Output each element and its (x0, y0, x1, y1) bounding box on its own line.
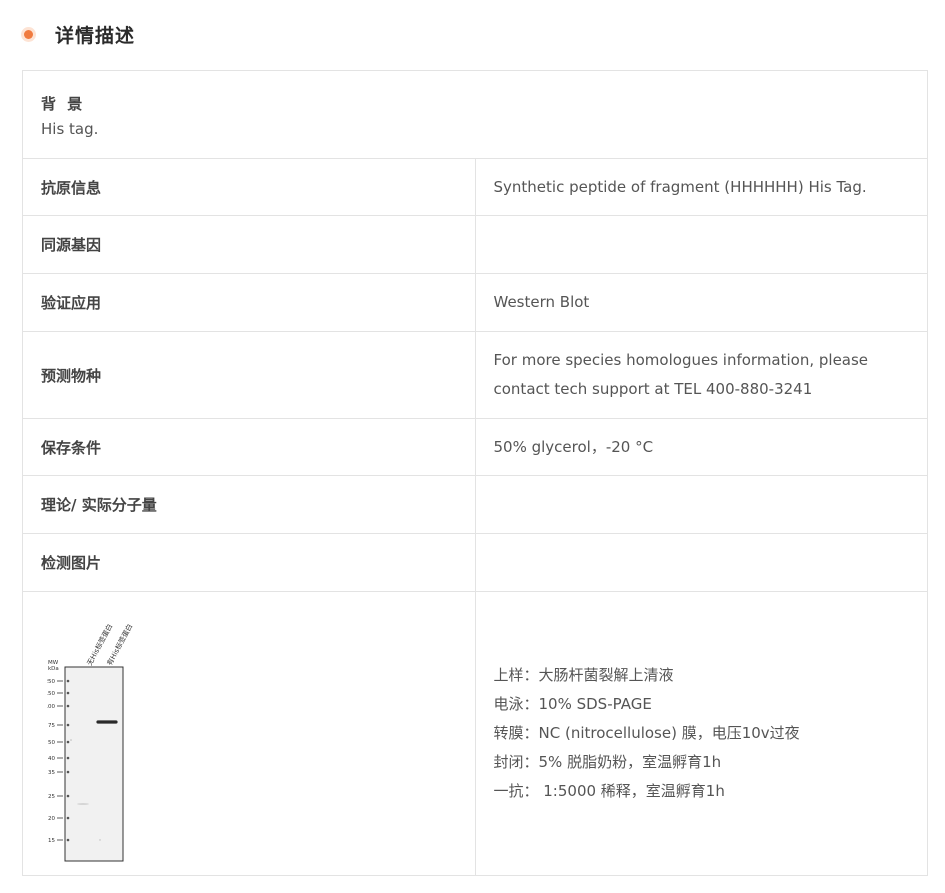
background-cell: 背 景 His tag. (22, 70, 928, 159)
method-line: 封闭：5% 脱脂奶粉，室温孵育1h (493, 753, 722, 771)
row-label: 检测图片 (22, 533, 476, 592)
row-value (474, 533, 928, 592)
marker-band (66, 816, 70, 820)
marker-label: 20 (48, 816, 55, 822)
method-line: 电泳：10% SDS-PAGE (493, 695, 652, 713)
bullet-dot-icon (24, 29, 33, 39)
table-row: 保存条件 50% glycerol，-20 °C (22, 418, 928, 476)
marker-label: 40 (48, 756, 55, 762)
method-line: 上样：大肠杆菌裂解上清液 (493, 666, 674, 684)
marker-label: 35 (48, 770, 55, 776)
table-row: 检测图片 (22, 533, 928, 592)
blot-image-cell: 无His标签蛋白 有His标签蛋白 MW kDa 250150100755040… (22, 591, 476, 876)
background-value: His tag. (41, 120, 99, 138)
table-row: 预测物种 For more species homologues informa… (22, 331, 928, 419)
marker-label: 15 (48, 838, 55, 844)
row-value: Western Blot (474, 273, 928, 332)
marker-band (66, 679, 70, 683)
faint-band (77, 803, 89, 805)
marker-band (66, 770, 70, 774)
table-row-blot: 无His标签蛋白 有His标签蛋白 MW kDa 250150100755040… (22, 591, 928, 876)
row-value: Synthetic peptide of fragment (HHHHHH) H… (474, 158, 928, 216)
mw-header: kDa (48, 666, 59, 672)
marker-label: 75 (48, 723, 55, 729)
blot-membrane (64, 666, 124, 862)
row-value: For more species homologues information,… (474, 331, 928, 419)
marker-label: 150 (47, 691, 55, 697)
marker-band (66, 704, 70, 708)
western-blot-image: 无His标签蛋白 有His标签蛋白 MW kDa 250150100755040… (47, 622, 134, 862)
table-row-background: 背 景 His tag. (22, 70, 928, 159)
row-value (474, 215, 928, 274)
table-row: 理论/ 实际分子量 (22, 475, 928, 534)
method-line: 转膜：NC (nitrocellulose) 膜，电压10v过夜 (493, 724, 800, 742)
table-row: 抗原信息 Synthetic peptide of fragment (HHHH… (22, 158, 928, 216)
marker-band (66, 723, 70, 727)
row-value: 50% glycerol，-20 °C (474, 418, 928, 476)
section-header: 详情描述 (22, 20, 135, 48)
row-label: 同源基因 (22, 215, 476, 274)
marker-label: 25 (48, 794, 55, 800)
row-label: 预测物种 (22, 331, 476, 419)
marker-label: 250 (47, 679, 55, 685)
method-line: 一抗： 1:5000 稀释，室温孵育1h (493, 782, 725, 800)
row-label: 抗原信息 (22, 158, 476, 216)
marker-label: 100 (47, 704, 55, 710)
marker-band (66, 794, 70, 798)
marker-band (66, 838, 70, 842)
method-cell: 上样：大肠杆菌裂解上清液 电泳：10% SDS-PAGE 转膜：NC (nitr… (474, 591, 928, 876)
marker-label: 50 (48, 740, 55, 746)
section-title: 详情描述 (55, 24, 136, 47)
marker-band (66, 691, 70, 695)
marker-band (66, 756, 70, 760)
spot (70, 739, 72, 741)
spot (99, 839, 101, 841)
spec-table: 背 景 His tag. 抗原信息 Synthetic peptide of f… (22, 70, 928, 876)
marker-band (66, 740, 70, 744)
row-label: 理论/ 实际分子量 (22, 475, 476, 534)
row-label: 保存条件 (22, 418, 476, 476)
table-row: 验证应用 Western Blot (22, 273, 928, 332)
row-value (474, 475, 928, 534)
row-label: 验证应用 (22, 273, 476, 332)
table-row: 同源基因 (22, 215, 928, 274)
background-label: 背 景 (41, 95, 86, 113)
